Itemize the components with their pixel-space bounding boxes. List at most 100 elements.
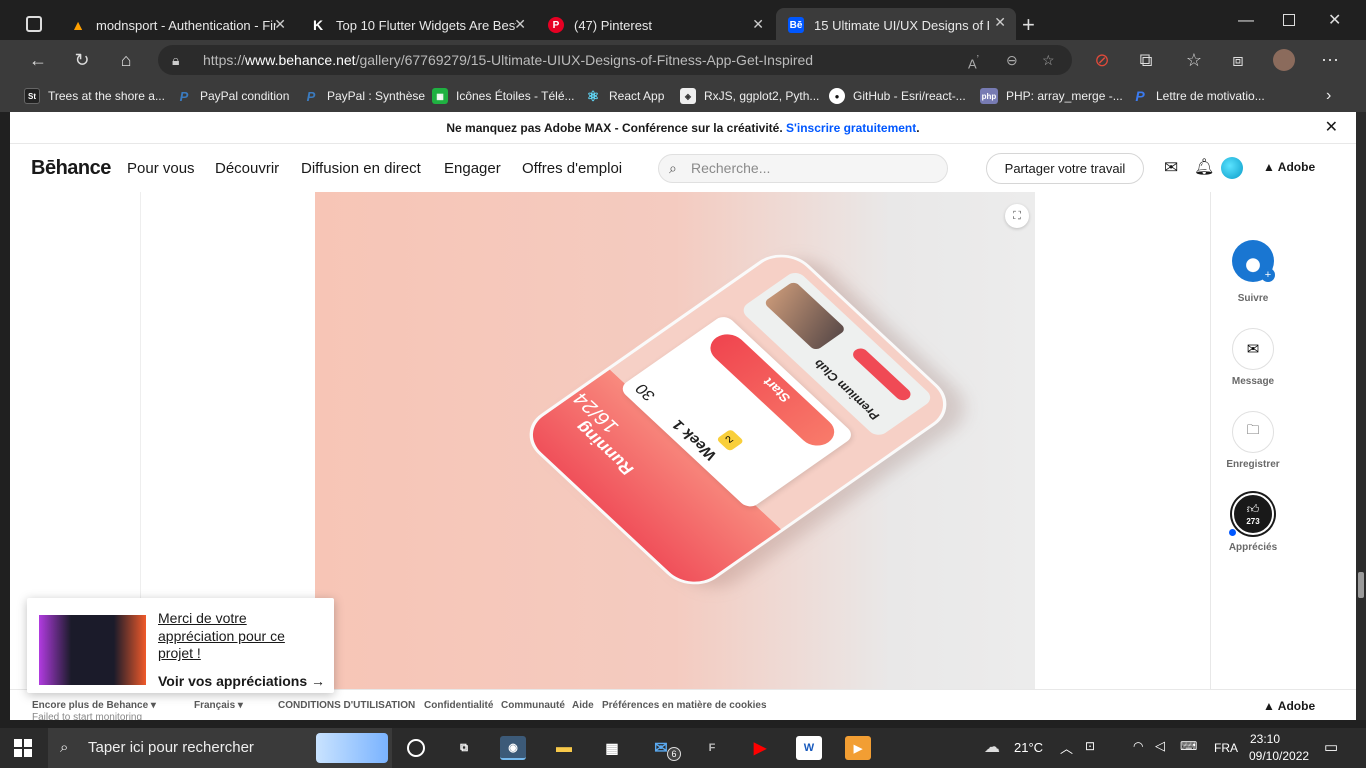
new-tab-icon[interactable]: + — [1022, 12, 1035, 38]
scrollbar-thumb[interactable] — [1358, 572, 1364, 598]
footer-more[interactable]: Encore plus de Behance ▾ — [32, 700, 156, 711]
meet-icon[interactable]: ⊡ — [1085, 739, 1095, 753]
favorite-add-icon[interactable]: ☆ — [1042, 45, 1055, 75]
temperature[interactable]: 21°C — [1014, 740, 1043, 755]
zoom-icon[interactable]: ⊖ — [1006, 45, 1018, 75]
close-icon[interactable]: ✕ — [1325, 112, 1338, 144]
close-icon[interactable]: ✕ — [274, 16, 286, 33]
adobe-logo[interactable]: ▲ Adobe — [1263, 160, 1315, 174]
task-view-icon[interactable]: ⧉ — [451, 736, 477, 760]
scrollbar[interactable] — [1356, 112, 1366, 720]
word-icon[interactable]: W — [796, 736, 822, 760]
close-icon[interactable]: ✕ — [514, 16, 526, 33]
taskbar-search[interactable]: ⌕ Taper ici pour rechercher — [48, 728, 392, 768]
youtube-icon[interactable]: ▶ — [747, 736, 773, 760]
share-work-button[interactable]: Partager votre travail — [986, 153, 1144, 184]
volume-icon[interactable]: ◁ — [1155, 738, 1165, 754]
cortana-icon[interactable] — [407, 739, 425, 757]
nav-pour-vous[interactable]: Pour vous — [127, 160, 195, 177]
bookmark-paypal-condition[interactable]: P PayPal condition — [176, 86, 290, 106]
network-icon[interactable]: ◠ — [1133, 739, 1143, 753]
back-icon[interactable]: ← — [26, 48, 50, 72]
footer-language[interactable]: Français ▾ — [194, 700, 243, 711]
read-aloud-icon[interactable]: Aʼ — [968, 45, 979, 79]
notification-icon[interactable]: ▭ — [1324, 738, 1338, 756]
day-2-chip[interactable]: 2 — [716, 428, 745, 452]
media-player-icon[interactable]: ▶ — [845, 736, 871, 760]
bookmark-rxjs[interactable]: ◈ RxJS, ggplot2, Pyth... — [680, 86, 819, 106]
blocked-icon[interactable]: ⊘ — [1090, 48, 1114, 72]
nav-offres[interactable]: Offres d'emploi — [522, 160, 622, 177]
bookmark-php[interactable]: php PHP: array_merge -... — [980, 86, 1123, 106]
search-icon: ⌕ — [60, 739, 69, 756]
more-icon[interactable]: ⋯ — [1318, 48, 1342, 72]
footer-community[interactable]: Communauté — [501, 700, 565, 711]
follow-label[interactable]: Suivre — [1211, 293, 1295, 304]
view-appreciations-link[interactable]: Voir vos appréciations → — [158, 673, 325, 689]
behance-logo[interactable]: Bēhance — [31, 157, 111, 180]
close-icon[interactable]: ✕ — [994, 14, 1006, 31]
tab-flutter[interactable]: K Top 10 Flutter Widgets Are Best ✕ — [298, 10, 536, 40]
bookmark-lettre[interactable]: P Lettre de motivatio... — [1132, 86, 1265, 106]
search-icon: ⌕ — [669, 160, 677, 176]
follow-plus-icon[interactable]: + — [1261, 268, 1275, 282]
edge-icon[interactable]: ◉ — [500, 736, 526, 760]
language-indicator[interactable]: FRA — [1214, 741, 1238, 755]
file-explorer-icon[interactable]: ▬ — [551, 736, 577, 760]
extensions-icon[interactable]: ⧉ — [1134, 48, 1158, 72]
mail-icon[interactable]: ✉ — [1164, 158, 1178, 178]
bookmark-label: React App — [609, 89, 665, 103]
user-avatar[interactable] — [1221, 157, 1243, 179]
bookmark-icones[interactable]: ▦ Icônes Étoiles - Télé... — [432, 86, 575, 106]
minimize-icon[interactable]: — — [1238, 12, 1254, 30]
save-button[interactable]: 🗀︎ — [1232, 411, 1274, 453]
react-icon: ⚛ — [586, 87, 600, 104]
toast-message[interactable]: Merci de votre appréciation pour ce proj… — [158, 610, 323, 663]
clock-time[interactable]: 23:10 — [1250, 732, 1280, 746]
favorites-icon[interactable]: ☆ — [1182, 48, 1206, 72]
tab-pinterest[interactable]: P (47) Pinterest ✕ — [536, 10, 774, 40]
footer-adobe-logo[interactable]: ▲ Adobe — [1263, 699, 1315, 713]
bell-icon[interactable]: 🔔︎ — [1194, 157, 1214, 177]
store-icon[interactable]: ▦ — [599, 736, 625, 760]
close-window-icon[interactable]: ✕ — [1328, 10, 1341, 30]
collections-icon[interactable]: ⧈ — [1226, 48, 1250, 72]
profile-avatar[interactable] — [1273, 49, 1295, 71]
footer-help[interactable]: Aide — [572, 700, 594, 711]
footer-privacy[interactable]: Confidentialité — [424, 700, 493, 711]
nav-engager[interactable]: Engager — [444, 160, 501, 177]
search-input[interactable]: ⌕ Recherche... — [658, 154, 948, 183]
windows-start-icon[interactable] — [14, 739, 32, 757]
clock-date[interactable]: 09/10/2022 — [1249, 749, 1309, 763]
tab-firebase[interactable]: ▲ modnsport - Authentication - Fir ✕ — [58, 10, 296, 40]
tray-chevron-icon[interactable]: ︿ — [1060, 738, 1073, 757]
message-button[interactable]: ✉ — [1232, 328, 1274, 370]
app-f-icon[interactable]: F — [699, 736, 725, 760]
expand-icon[interactable]: ⛶ — [1005, 204, 1029, 228]
url-input[interactable]: 🔒︎ https://www.behance.net/gallery/67769… — [158, 45, 1072, 75]
bookmark-react[interactable]: ⚛ React App — [585, 86, 665, 106]
likes-count: 273 — [1246, 517, 1260, 526]
footer-terms[interactable]: CONDITIONS D'UTILISATION — [278, 700, 415, 711]
bookmark-trees[interactable]: St Trees at the shore a... — [24, 86, 165, 106]
bookmark-label: Lettre de motivatio... — [1156, 89, 1265, 103]
promo-link[interactable]: S'inscrire gratuitement — [786, 121, 916, 135]
bookmark-github[interactable]: ● GitHub - Esri/react-... — [829, 86, 966, 106]
tab-behance[interactable]: Bē 15 Ultimate UI/UX Designs of Fit ✕ — [776, 8, 1016, 42]
tab-actions-icon[interactable] — [26, 16, 42, 32]
appreciate-button[interactable]: 👍︎ 273 — [1232, 493, 1274, 535]
search-placeholder: Recherche... — [691, 160, 771, 176]
chevron-right-icon[interactable]: › — [1326, 86, 1331, 106]
keyboard-icon[interactable]: ⌨ — [1180, 739, 1197, 753]
weather-icon[interactable]: ☁ — [984, 737, 1000, 757]
nav-diffusion[interactable]: Diffusion en direct — [301, 160, 421, 177]
nav-decouvrir[interactable]: Découvrir — [215, 160, 279, 177]
project-thumbnail[interactable] — [39, 615, 146, 685]
bookmark-paypal-synthese[interactable]: P PayPal : Synthèse — [303, 86, 425, 106]
rxjs-icon: ◈ — [680, 88, 696, 104]
footer-cookies[interactable]: Préférences en matière de cookies — [602, 700, 767, 711]
maximize-icon[interactable] — [1283, 14, 1295, 26]
home-icon[interactable]: ⌂ — [114, 48, 138, 72]
close-icon[interactable]: ✕ — [752, 16, 764, 33]
refresh-icon[interactable]: ↻ — [70, 48, 94, 72]
